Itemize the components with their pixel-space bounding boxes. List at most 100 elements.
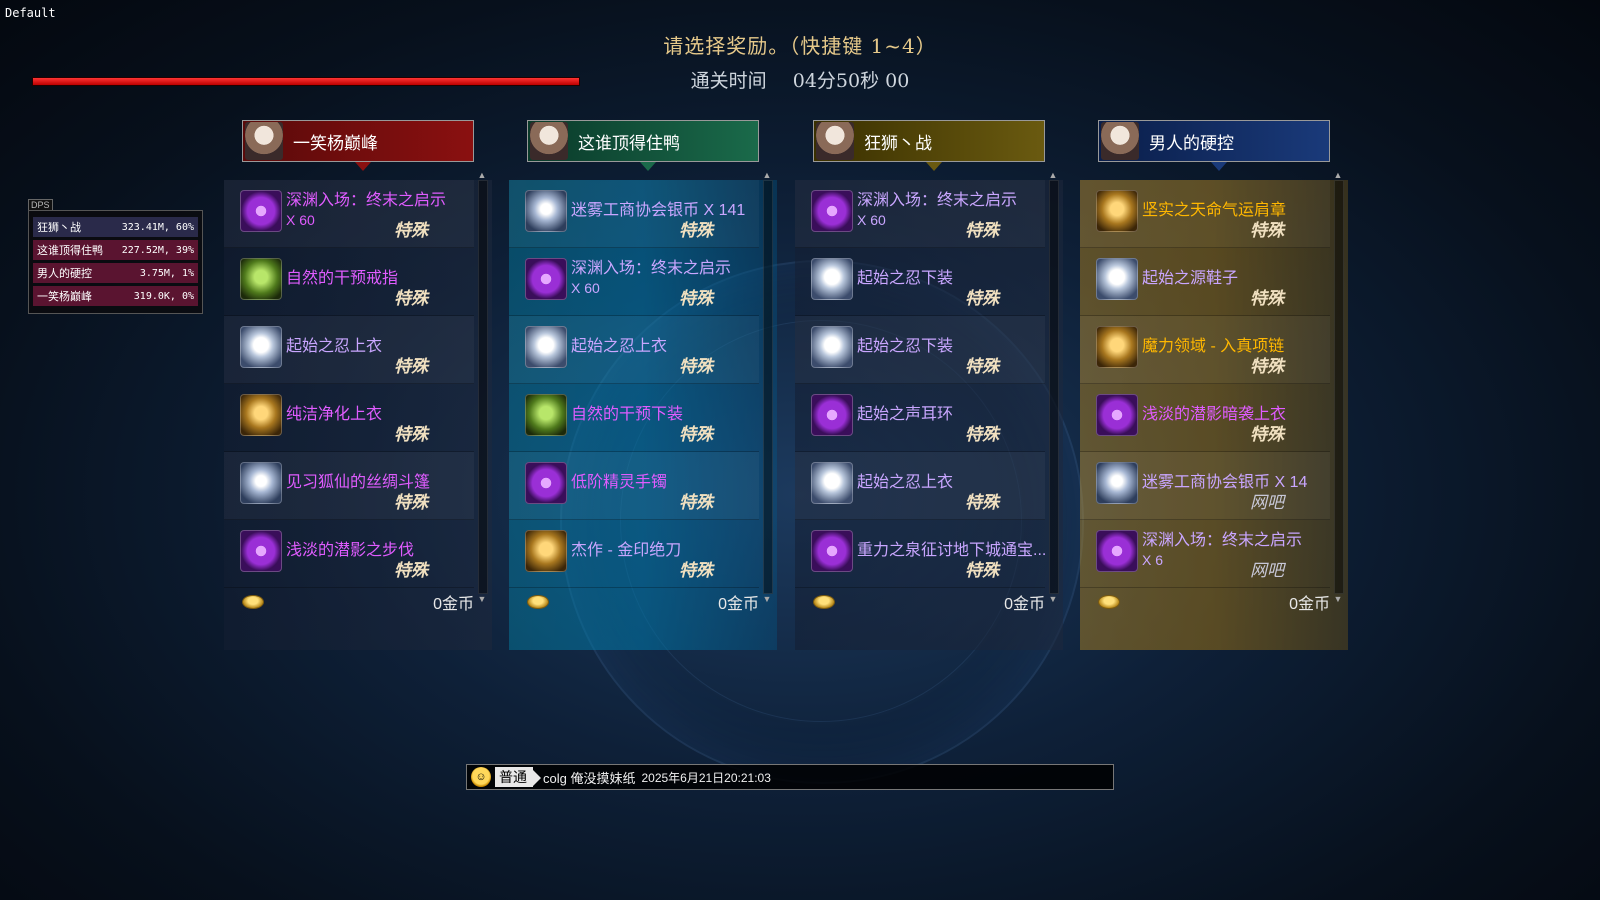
item-name: 坚实之天命气运肩章 bbox=[1142, 202, 1287, 219]
reward-item[interactable]: 起始之声耳环 特殊 bbox=[795, 384, 1045, 452]
reward-column[interactable]: 这谁顶得住鸭 迷雾工商协会银币 X 141 特殊 深渊入场：终末之启示 X 60… bbox=[509, 90, 777, 650]
item-tag: 特殊 bbox=[394, 221, 428, 241]
dps-row: 一笑杨巅峰 319.0K, 0% bbox=[33, 286, 198, 306]
reward-item[interactable]: 纯洁净化上衣 特殊 bbox=[224, 384, 474, 452]
item-name: 低阶精灵手镯 bbox=[571, 474, 668, 491]
reward-column[interactable]: 一笑杨巅峰 深渊入场：终末之启示 X 60 特殊 自然的干预戒指 特殊 起始之忍… bbox=[224, 90, 492, 650]
scroll-up-icon[interactable]: ▲ bbox=[761, 170, 773, 180]
item-icon bbox=[525, 462, 567, 504]
reward-item[interactable]: 深渊入场：终末之启示 X 60 特殊 bbox=[795, 180, 1045, 248]
item-tag: 特殊 bbox=[1250, 425, 1284, 445]
reward-item[interactable]: 起始之源鞋子 特殊 bbox=[1080, 248, 1330, 316]
reward-item[interactable]: 杰作 - 金印绝刀 特殊 bbox=[509, 520, 759, 588]
item-icon bbox=[1096, 530, 1138, 572]
item-list-scrollbar[interactable] bbox=[1334, 180, 1344, 594]
reward-item[interactable]: 见习狐仙的丝绸斗篷 特殊 bbox=[224, 452, 474, 520]
scroll-down-icon[interactable]: ▼ bbox=[1047, 594, 1059, 604]
reward-column[interactable]: 狂狮丶战 深渊入场：终末之启示 X 60 特殊 起始之忍下装 特殊 起始之忍下装… bbox=[795, 90, 1063, 650]
item-name: 重力之泉征讨地下城通宝... bbox=[857, 542, 1047, 559]
scroll-up-icon[interactable]: ▲ bbox=[476, 170, 488, 180]
reward-item[interactable]: 深渊入场：终末之启示 X 60 特殊 bbox=[509, 248, 759, 316]
reward-item[interactable]: 起始之忍上衣 特殊 bbox=[509, 316, 759, 384]
reward-item[interactable]: 低阶精灵手镯 特殊 bbox=[509, 452, 759, 520]
reward-item[interactable]: 起始之忍上衣 特殊 bbox=[224, 316, 474, 384]
item-tag: 特殊 bbox=[1250, 357, 1284, 377]
chat-message-bar[interactable]: ☺ 普通 colg 俺没摸妹纸 2025年6月21日20:21:03 bbox=[466, 764, 1114, 790]
player-name: 男人的硬控 bbox=[1149, 133, 1234, 153]
reward-item[interactable]: 起始之忍下装 特殊 bbox=[795, 316, 1045, 384]
dps-player-name: 这谁顶得住鸭 bbox=[37, 245, 103, 257]
reward-column[interactable]: 男人的硬控 坚实之天命气运肩章 特殊 起始之源鞋子 特殊 魔力领域 - 入真项链… bbox=[1080, 90, 1348, 650]
chat-emoji-icon[interactable]: ☺ bbox=[471, 767, 491, 787]
chat-timestamp: 2025年6月21日20:21:03 bbox=[641, 770, 771, 785]
item-tag: 特殊 bbox=[1250, 289, 1284, 309]
header-pointer-icon bbox=[355, 162, 371, 171]
gold-amount: 0金币 bbox=[433, 596, 474, 613]
gold-coin-icon bbox=[813, 595, 835, 609]
reward-item[interactable]: 浅淡的潜影之步伐 特殊 bbox=[224, 520, 474, 588]
scroll-down-icon[interactable]: ▼ bbox=[476, 594, 488, 604]
reward-item[interactable]: 浅淡的潜影暗袭上衣 特殊 bbox=[1080, 384, 1330, 452]
reward-item[interactable]: 自然的干预下装 特殊 bbox=[509, 384, 759, 452]
item-name: 迷雾工商协会银币 X 14 bbox=[1142, 474, 1308, 491]
item-icon bbox=[811, 530, 853, 572]
scroll-down-icon[interactable]: ▼ bbox=[1332, 594, 1344, 604]
item-icon bbox=[1096, 394, 1138, 436]
reward-item[interactable]: 魔力领域 - 入真项链 特殊 bbox=[1080, 316, 1330, 384]
item-tag: 特殊 bbox=[394, 561, 428, 581]
reward-item[interactable]: 深渊入场：终末之启示 X 6 网吧 bbox=[1080, 520, 1330, 588]
item-name: 纯洁净化上衣 bbox=[286, 406, 383, 423]
scroll-up-icon[interactable]: ▲ bbox=[1332, 170, 1344, 180]
scroll-up-icon[interactable]: ▲ bbox=[1047, 170, 1059, 180]
player-header[interactable]: 男人的硬控 bbox=[1098, 120, 1330, 171]
window-label: Default bbox=[5, 6, 56, 20]
gold-coin-icon bbox=[242, 595, 264, 609]
item-quantity: X 60 bbox=[571, 280, 600, 296]
item-tag: 特殊 bbox=[965, 289, 999, 309]
item-name: 深渊入场：终末之启示 bbox=[857, 192, 1018, 209]
reward-item[interactable]: 起始之忍上衣 特殊 bbox=[795, 452, 1045, 520]
chat-channel[interactable]: 普通 bbox=[495, 767, 541, 787]
item-name: 见习狐仙的丝绸斗篷 bbox=[286, 474, 431, 491]
item-icon bbox=[1096, 462, 1138, 504]
reward-item[interactable]: 迷雾工商协会银币 X 14 网吧 bbox=[1080, 452, 1330, 520]
reward-item[interactable]: 深渊入场：终末之启示 X 60 特殊 bbox=[224, 180, 474, 248]
item-name: 起始之声耳环 bbox=[857, 406, 954, 423]
item-tag: 特殊 bbox=[679, 425, 713, 445]
item-name: 自然的干预下装 bbox=[571, 406, 684, 423]
item-icon bbox=[525, 258, 567, 300]
item-name: 起始之忍下装 bbox=[857, 338, 954, 355]
dps-player-name: 男人的硬控 bbox=[37, 268, 92, 280]
scroll-down-icon[interactable]: ▼ bbox=[761, 594, 773, 604]
item-icon bbox=[525, 326, 567, 368]
player-header[interactable]: 狂狮丶战 bbox=[813, 120, 1045, 171]
player-avatar bbox=[1101, 122, 1139, 160]
item-list-scrollbar[interactable] bbox=[478, 180, 488, 594]
item-quantity: X 6 bbox=[1142, 552, 1164, 568]
player-avatar bbox=[530, 122, 568, 160]
reward-item[interactable]: 自然的干预戒指 特殊 bbox=[224, 248, 474, 316]
item-name: 起始之忍下装 bbox=[857, 270, 954, 287]
reward-item[interactable]: 迷雾工商协会银币 X 141 特殊 bbox=[509, 180, 759, 248]
reward-item[interactable]: 起始之忍下装 特殊 bbox=[795, 248, 1045, 316]
item-list-scrollbar[interactable] bbox=[763, 180, 773, 594]
reward-item[interactable]: 重力之泉征讨地下城通宝... 特殊 bbox=[795, 520, 1047, 588]
player-header[interactable]: 这谁顶得住鸭 bbox=[527, 120, 759, 171]
player-header[interactable]: 一笑杨巅峰 bbox=[242, 120, 474, 171]
dps-player-value: 319.0K, 0% bbox=[133, 290, 194, 302]
item-icon bbox=[811, 258, 853, 300]
reward-item[interactable]: 坚实之天命气运肩章 特殊 bbox=[1080, 180, 1330, 248]
item-icon bbox=[525, 394, 567, 436]
item-list-scrollbar[interactable] bbox=[1049, 180, 1059, 594]
player-avatar bbox=[816, 122, 854, 160]
item-tag: 特殊 bbox=[394, 289, 428, 309]
dps-player-name: 狂狮丶战 bbox=[37, 222, 81, 234]
dps-meter-panel[interactable]: 狂狮丶战 323.41M, 60% 这谁顶得住鸭 227.52M, 39% 男人… bbox=[28, 210, 203, 314]
player-avatar bbox=[245, 122, 283, 160]
item-icon bbox=[525, 190, 567, 232]
header-pointer-icon bbox=[640, 162, 656, 171]
item-tag: 网吧 bbox=[1250, 561, 1284, 581]
item-name: 起始之忍上衣 bbox=[857, 474, 954, 491]
header-pointer-icon bbox=[926, 162, 942, 171]
item-icon bbox=[811, 190, 853, 232]
